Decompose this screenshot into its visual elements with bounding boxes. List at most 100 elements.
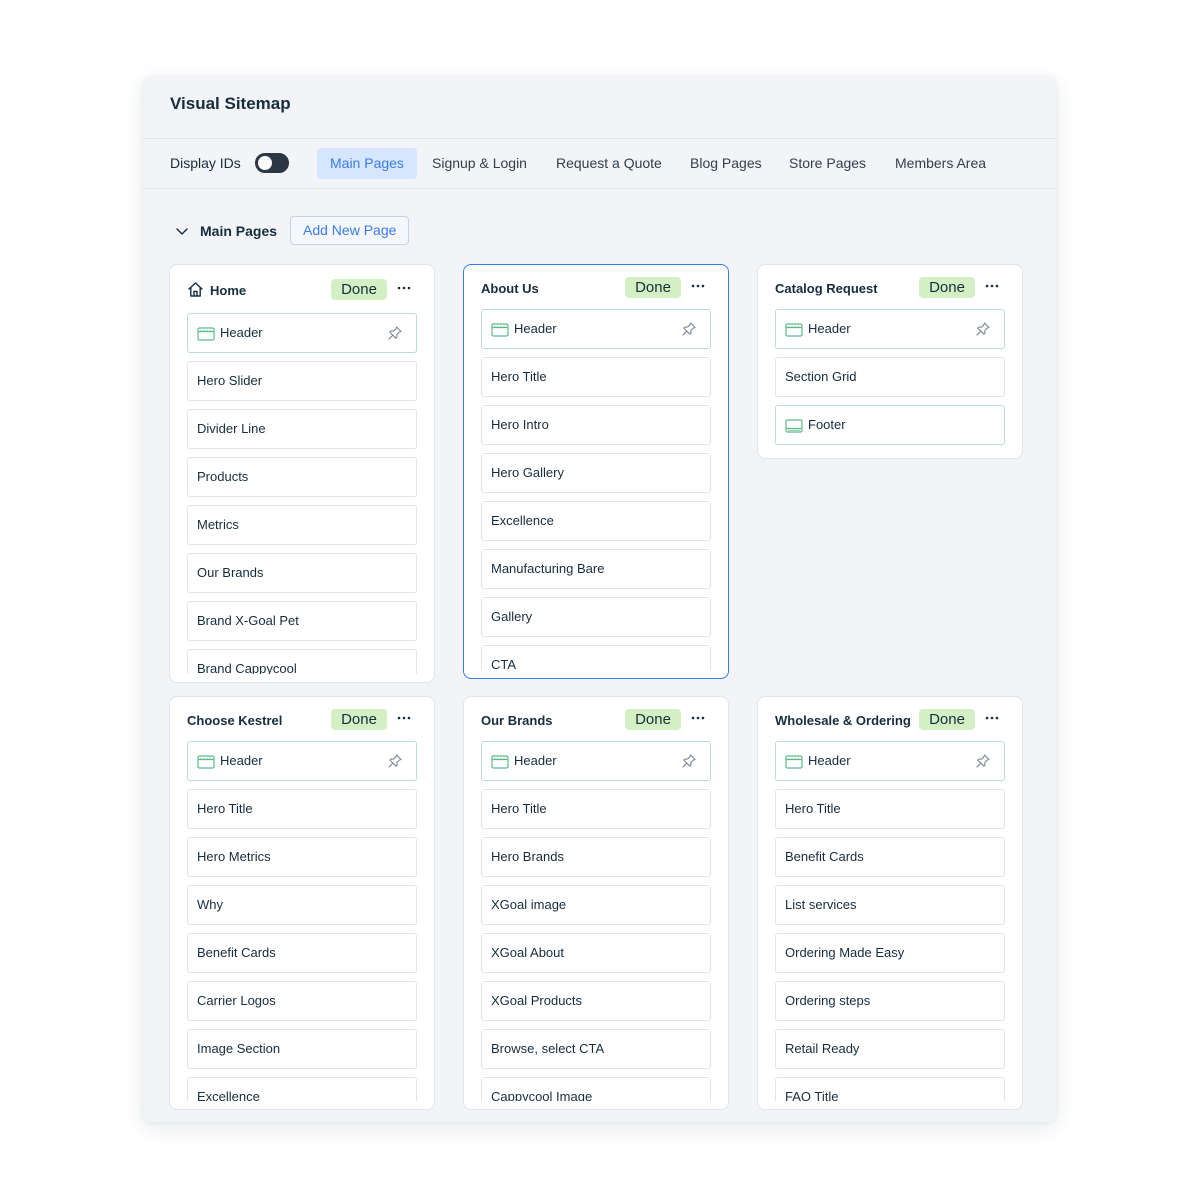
section-item[interactable]: Hero Metrics [187,837,417,877]
section-label: Hero Title [197,801,253,816]
pin-icon[interactable] [387,753,403,769]
section-item[interactable]: Retail Ready [775,1029,1005,1069]
tab-store-pages[interactable]: Store Pages [776,148,879,179]
tab-signup-login[interactable]: Signup & Login [419,148,540,179]
section-label: XGoal Products [491,993,583,1008]
section-header[interactable]: Header [775,741,1005,781]
section-label: Hero Title [785,801,841,816]
card-header: Choose Kestrel Done [170,697,434,743]
pin-icon[interactable] [387,325,403,341]
pin-icon[interactable] [681,753,697,769]
card-title: Choose Kestrel [187,713,283,728]
header-layout-icon [197,755,215,769]
display-ids-toggle[interactable] [255,153,289,173]
tab-main-pages[interactable]: Main Pages [317,148,417,179]
section-item[interactable]: CTA [481,645,711,670]
page-card-catalog-request[interactable]: Catalog Request Done Header Section Grid Foo… [757,264,1023,459]
pin-icon[interactable] [975,753,991,769]
section-item[interactable]: Manufacturing Bare [481,549,711,589]
section-label: Hero Slider [197,373,263,388]
section-item[interactable]: Excellence [481,501,711,541]
card-header: Our Brands Done [464,697,728,743]
section-item[interactable]: Gallery [481,597,711,637]
section-header[interactable]: Header [775,309,1005,349]
header-layout-icon [491,323,509,337]
card-header: Catalog Request Done [758,265,1022,311]
section-item[interactable]: Image Section [187,1029,417,1069]
section-label: Ordering steps [785,993,871,1008]
section-list: Header Hero Title Hero Metrics Why Benefit C… [187,741,417,1101]
section-label: List services [785,897,857,912]
toolbar: Display IDs Main Pages Signup & Login Requ… [143,139,1056,188]
section-item[interactable]: Ordering Made Easy [775,933,1005,973]
section-label: Brand Cappycool [197,661,297,674]
section-header[interactable]: Header [187,741,417,781]
section-item[interactable]: Our Brands [187,553,417,593]
section-item[interactable]: Hero Slider [187,361,417,401]
section-item[interactable]: Hero Title [187,789,417,829]
tab-members-area[interactable]: Members Area [882,148,999,179]
section-item[interactable]: Benefit Cards [775,837,1005,877]
card-title: Catalog Request [775,281,878,296]
section-item[interactable]: FAQ Title [775,1077,1005,1101]
section-label: Why [197,897,223,912]
section-item[interactable]: Hero Title [481,789,711,829]
header-layout-icon [197,327,215,341]
section-item[interactable]: Section Grid [775,357,1005,397]
more-options-icon[interactable] [689,277,707,295]
section-label: Hero Gallery [491,465,564,480]
section-item[interactable]: Metrics [187,505,417,545]
more-options-icon[interactable] [689,709,707,727]
tab-request-a-quote[interactable]: Request a Quote [543,148,675,179]
section-header[interactable]: Header [187,313,417,353]
more-options-icon[interactable] [395,279,413,297]
section-item[interactable]: Cappycool Image [481,1077,711,1101]
pin-icon[interactable] [975,321,991,337]
section-label: Image Section [197,1041,281,1056]
section-item[interactable]: Hero Intro [481,405,711,445]
section-label: Metrics [197,517,239,532]
section-label: Benefit Cards [197,945,276,960]
section-header: Main Pages Add New Page [143,216,1056,246]
section-label: Products [197,469,249,484]
page-card-choose-kestrel[interactable]: Choose Kestrel Done Header Hero Title Hero M… [169,696,435,1110]
section-title: Main Pages [200,223,278,239]
section-label: Hero Brands [491,849,564,864]
pin-icon[interactable] [681,321,697,337]
section-item[interactable]: XGoal About [481,933,711,973]
tab-blog-pages[interactable]: Blog Pages [677,148,775,179]
card-header: About Us Done [464,265,728,311]
page-card-our-brands[interactable]: Our Brands Done Header Hero Title Hero Brand… [463,696,729,1110]
page-card-home[interactable]: Home Done Header Hero Slider Divider Line Pro… [169,264,435,683]
section-item[interactable]: Hero Brands [481,837,711,877]
section-item[interactable]: Brand Cappycool [187,649,417,674]
more-options-icon[interactable] [983,709,1001,727]
add-new-page-button[interactable]: Add New Page [290,216,410,245]
section-item[interactable]: Products [187,457,417,497]
page-card-about-us[interactable]: About Us Done Header Hero Title Hero Intro He… [463,264,729,679]
section-item[interactable]: Excellence [187,1077,417,1101]
section-item[interactable]: Brand X-Goal Pet [187,601,417,641]
section-item[interactable]: Carrier Logos [187,981,417,1021]
section-label: CTA [491,657,517,670]
section-item[interactable]: Why [187,885,417,925]
section-item[interactable]: Hero Gallery [481,453,711,493]
section-item[interactable]: Browse, select CTA [481,1029,711,1069]
section-item[interactable]: XGoal Products [481,981,711,1021]
chevron-down-icon[interactable] [175,224,189,238]
section-footer[interactable]: Footer [775,405,1005,445]
section-header[interactable]: Header [481,309,711,349]
more-options-icon[interactable] [983,277,1001,295]
section-header[interactable]: Header [481,741,711,781]
section-label: Header [514,321,557,336]
section-list: Header Section Grid Footer [775,309,1005,450]
section-item[interactable]: List services [775,885,1005,925]
section-item[interactable]: Hero Title [775,789,1005,829]
page-card-wholesale-ordering[interactable]: Wholesale & Ordering Done Header Hero Title… [757,696,1023,1110]
section-item[interactable]: Benefit Cards [187,933,417,973]
section-item[interactable]: Hero Title [481,357,711,397]
section-item[interactable]: XGoal image [481,885,711,925]
more-options-icon[interactable] [395,709,413,727]
section-item[interactable]: Ordering steps [775,981,1005,1021]
section-item[interactable]: Divider Line [187,409,417,449]
